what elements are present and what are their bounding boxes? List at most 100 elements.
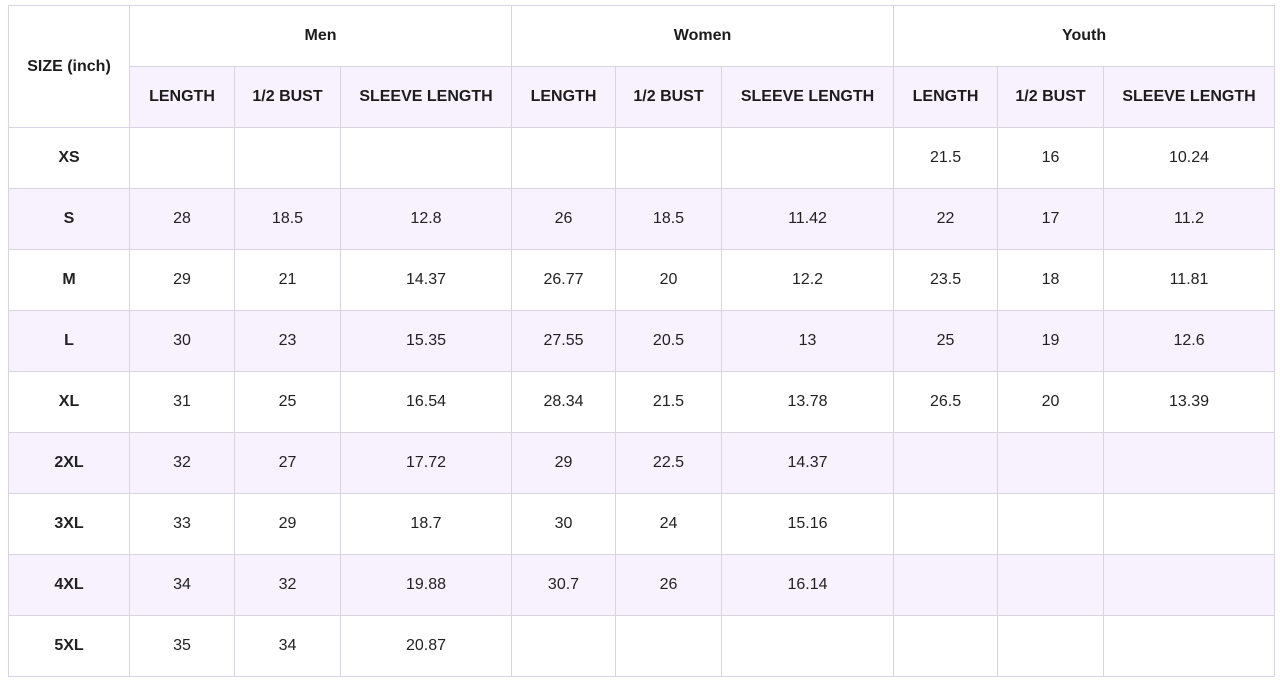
table-row: S 28 18.5 12.8 26 18.5 11.42 22 17 11.2	[8, 188, 1276, 250]
group-header-row: SIZE (inch) Men Women Youth	[8, 5, 1276, 128]
table-cell: 21.5	[615, 371, 722, 433]
table-cell: 33	[129, 493, 235, 555]
column-header: LENGTH	[129, 66, 235, 128]
table-cell: 13	[720, 310, 895, 372]
table-cell: 17	[997, 188, 1105, 250]
table-cell: 16.54	[340, 371, 512, 433]
table-body: XS 21.5 16 10.24 S 28 18.5 12.8 26 18.5 11.42 22 17 1…	[8, 127, 1276, 677]
table-cell	[893, 432, 999, 494]
table-cell: 18	[997, 249, 1105, 311]
table-cell: 12.8	[340, 188, 512, 250]
table-cell	[615, 615, 722, 677]
column-header: LENGTH	[511, 66, 616, 128]
table-cell	[893, 493, 999, 555]
table-cell	[997, 615, 1105, 677]
table-cell: 34	[234, 615, 341, 677]
size-label: S	[8, 188, 130, 250]
table-cell: 29	[234, 493, 341, 555]
table-cell	[234, 127, 341, 189]
table-cell	[893, 615, 999, 677]
table-cell: 25	[234, 371, 341, 433]
size-label: 3XL	[8, 493, 130, 555]
table-cell	[893, 554, 999, 616]
size-label: XL	[8, 371, 130, 433]
table-cell: 32	[234, 554, 341, 616]
column-header: 1/2 BUST	[615, 66, 722, 128]
table-cell	[511, 615, 616, 677]
table-cell	[1103, 554, 1276, 616]
table-row: 5XL 35 34 20.87	[8, 615, 1276, 677]
table-cell: 13.39	[1103, 371, 1276, 433]
subheader-row: LENGTH 1/2 BUST SLEEVE LENGTH LENGTH 1/2 BUS…	[9, 66, 1276, 128]
table-cell	[997, 493, 1105, 555]
column-header: 1/2 BUST	[234, 66, 341, 128]
table-cell: 10.24	[1103, 127, 1276, 189]
column-header: LENGTH	[893, 66, 999, 128]
table-cell: 29	[511, 432, 616, 494]
table-cell: 27	[234, 432, 341, 494]
table-cell: 23.5	[893, 249, 999, 311]
table-cell: 20	[615, 249, 722, 311]
table-row: M 29 21 14.37 26.77 20 12.2 23.5 18 11.81	[8, 249, 1276, 311]
table-cell	[511, 127, 616, 189]
table-cell: 16.14	[720, 554, 895, 616]
table-cell: 31	[129, 371, 235, 433]
table-cell: 32	[129, 432, 235, 494]
table-cell: 12.2	[720, 249, 895, 311]
table-cell: 21	[234, 249, 341, 311]
size-label: XS	[8, 127, 130, 189]
table-row: L 30 23 15.35 27.55 20.5 13 25 19 12.6	[8, 310, 1276, 372]
table-cell: 30	[129, 310, 235, 372]
table-cell: 15.35	[340, 310, 512, 372]
table-cell: 30	[511, 493, 616, 555]
table-cell: 23	[234, 310, 341, 372]
table-cell: 25	[893, 310, 999, 372]
column-header: 1/2 BUST	[997, 66, 1105, 128]
size-label: 4XL	[8, 554, 130, 616]
table-cell: 28.34	[511, 371, 616, 433]
table-row: 3XL 33 29 18.7 30 24 15.16	[8, 493, 1276, 555]
table-cell: 29	[129, 249, 235, 311]
table-cell: 21.5	[893, 127, 999, 189]
size-label: M	[8, 249, 130, 311]
column-header: SLEEVE LENGTH	[720, 66, 895, 128]
table-cell: 19	[997, 310, 1105, 372]
table-row: XL 31 25 16.54 28.34 21.5 13.78 26.5 20 13.39	[8, 371, 1276, 433]
table-row: XS 21.5 16 10.24	[8, 127, 1276, 189]
size-label: 5XL	[8, 615, 130, 677]
table-cell: 20.87	[340, 615, 512, 677]
table-cell: 30.7	[511, 554, 616, 616]
table-cell	[997, 432, 1105, 494]
table-cell	[1103, 432, 1276, 494]
table-cell: 35	[129, 615, 235, 677]
table-cell: 26	[511, 188, 616, 250]
size-chart-table: SIZE (inch) Men Women Youth LENGTH 1/2 BU…	[8, 5, 1276, 677]
table-cell: 11.2	[1103, 188, 1276, 250]
table-cell	[997, 554, 1105, 616]
table-row: 2XL 32 27 17.72 29 22.5 14.37	[8, 432, 1276, 494]
table-cell: 13.78	[720, 371, 895, 433]
table-cell: 18.7	[340, 493, 512, 555]
table-cell	[615, 127, 722, 189]
group-header-women: Women	[510, 5, 895, 67]
table-cell: 11.81	[1103, 249, 1276, 311]
table-cell: 24	[615, 493, 722, 555]
table-cell: 22	[893, 188, 999, 250]
table-cell: 27.55	[511, 310, 616, 372]
group-header-youth: Youth	[893, 5, 1276, 67]
column-header: SLEEVE LENGTH	[1103, 66, 1276, 128]
table-cell: 20.5	[615, 310, 722, 372]
size-label: L	[8, 310, 130, 372]
table-cell: 15.16	[720, 493, 895, 555]
size-chart: SIZE (inch) Men Women Youth LENGTH 1/2 BU…	[8, 5, 1276, 677]
table-cell	[340, 127, 512, 189]
table-cell: 26.77	[511, 249, 616, 311]
table-cell: 20	[997, 371, 1105, 433]
table-cell: 11.42	[720, 188, 895, 250]
table-cell	[720, 127, 895, 189]
size-label: 2XL	[8, 432, 130, 494]
table-cell: 14.37	[340, 249, 512, 311]
table-cell	[1103, 615, 1276, 677]
table-cell: 16	[997, 127, 1105, 189]
table-cell: 26	[615, 554, 722, 616]
